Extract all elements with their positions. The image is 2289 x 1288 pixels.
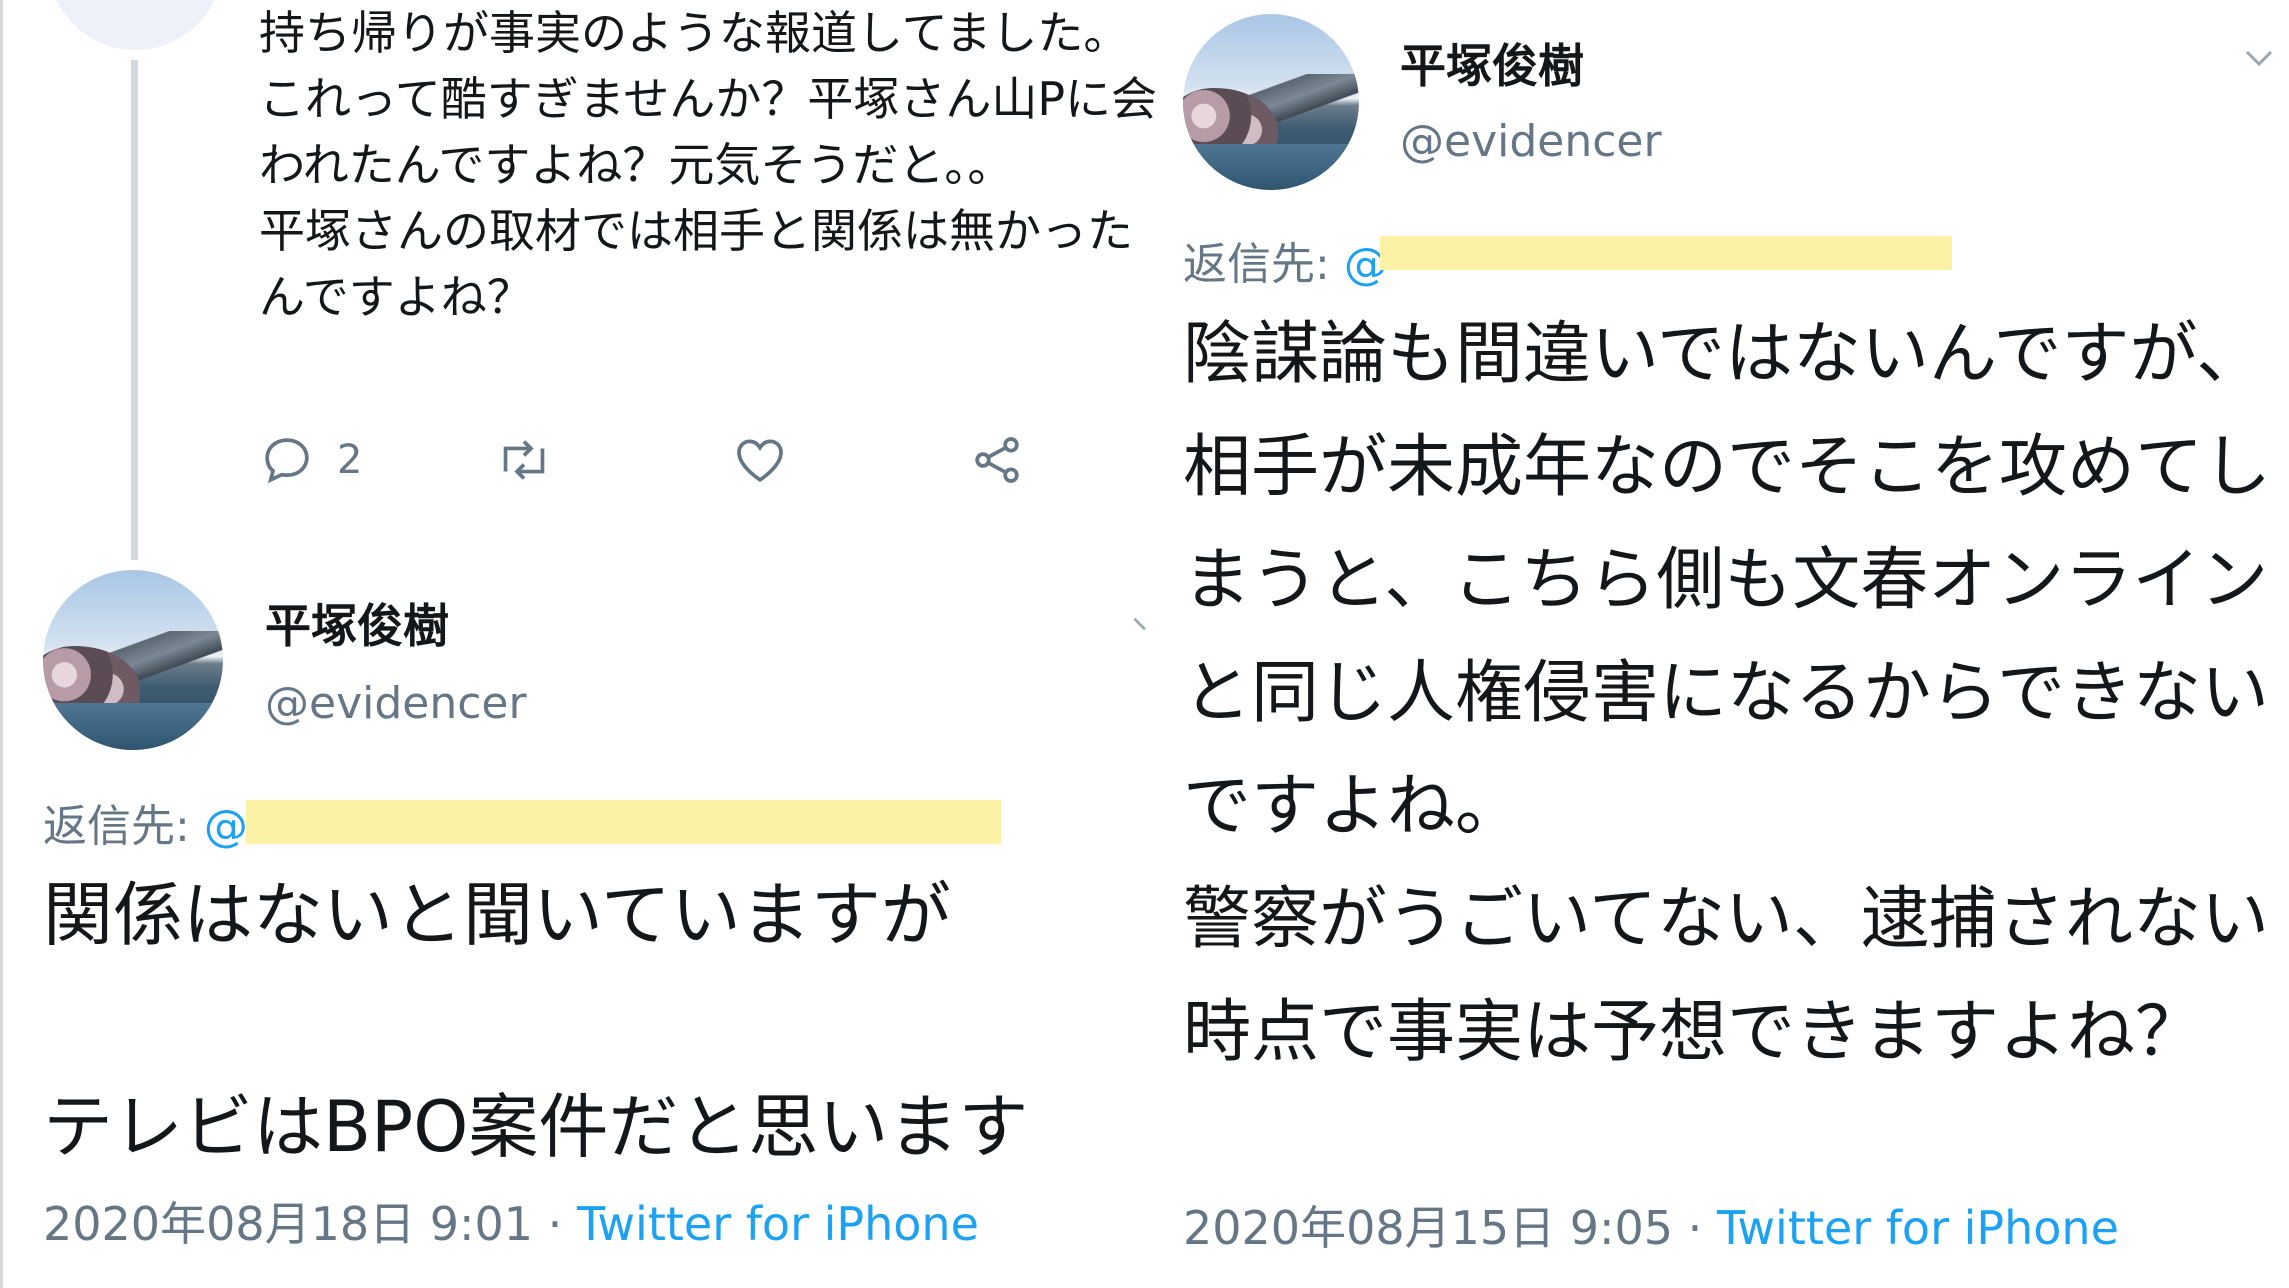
avatar[interactable] (1183, 14, 1359, 190)
tweet-source-link[interactable]: Twitter for iPhone (1717, 1201, 2119, 1255)
author-handle[interactable]: @evidencer (1400, 116, 1662, 167)
tweet-source-link[interactable]: Twitter for iPhone (577, 1197, 979, 1251)
share-button[interactable] (969, 432, 1025, 488)
retweet-button[interactable] (494, 432, 554, 488)
reply-to-line: 返信先: @ (1183, 228, 1388, 292)
previous-tweet-avatar[interactable] (48, 0, 223, 50)
author-name[interactable]: 平塚俊樹 (1400, 30, 1584, 96)
tweet-meta: 2020年08月15日 9:05 · Twitter for iPhone (1183, 1192, 2119, 1258)
author-name[interactable]: 平塚俊樹 (265, 590, 449, 656)
redaction-bar (1380, 236, 1952, 270)
author-handle[interactable]: @evidencer (265, 678, 527, 729)
reply-to-mention[interactable]: @ (204, 801, 248, 852)
reply-count: 2 (337, 437, 363, 483)
chevron-down-icon[interactable] (1125, 608, 1165, 644)
tweet-text: 陰謀論も間違いではないんですが、相手が未成年なのでそこを攻めてしまうと、こちら側… (1183, 315, 2272, 1072)
left-tweet-panel: 持ち帰りが事実のような報道してました。これって酷すぎませんか？平塚さん山Pに会わ… (0, 0, 1166, 1288)
reply-button[interactable]: 2 (259, 432, 362, 488)
meta-separator: · (1673, 1201, 1717, 1255)
reply-to-label: 返信先: (1183, 239, 1344, 290)
reply-icon (259, 432, 315, 488)
meta-separator: · (533, 1197, 577, 1251)
like-button[interactable] (732, 432, 788, 488)
share-icon (969, 432, 1025, 488)
retweet-icon (494, 432, 554, 488)
like-icon (732, 432, 788, 488)
tweet-text: 関係はないと聞いていますが テレビはBPO案件だと思います (43, 874, 1029, 1168)
tweet-meta: 2020年08月18日 9:01 · Twitter for iPhone (43, 1188, 979, 1254)
reply-to-line: 返信先: @ (43, 790, 248, 854)
tweet-action-bar: 2 (259, 432, 1059, 492)
previous-tweet-text: 持ち帰りが事実のような報道してました。これって酷すぎませんか？平塚さん山Pに会わ… (259, 6, 1158, 324)
redaction-bar (246, 800, 1001, 844)
right-tweet-panel: 平塚俊樹 @evidencer 返信先: @ 陰謀論も間違いではないんですが、相… (1166, 0, 2289, 1288)
reply-to-label: 返信先: (43, 801, 204, 852)
tweet-date[interactable]: 2020年08月18日 9:01 (43, 1197, 533, 1251)
thread-line (131, 60, 138, 560)
chevron-down-icon[interactable] (2236, 40, 2282, 80)
avatar[interactable] (43, 570, 223, 750)
tweet-date[interactable]: 2020年08月15日 9:05 (1183, 1201, 1673, 1255)
